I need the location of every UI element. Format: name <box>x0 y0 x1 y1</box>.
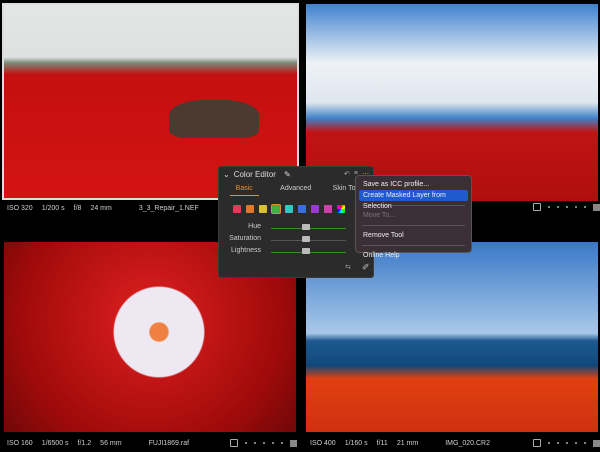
cow-shape <box>169 100 259 138</box>
select-checkbox[interactable] <box>533 203 541 211</box>
select-checkbox[interactable] <box>230 439 238 447</box>
color-editor-panel: ⌄ Color Editor ✎ ↶≡⋯ Basic Advanced Skin… <box>218 166 374 278</box>
saturation-slider[interactable] <box>302 236 310 242</box>
flower-shape <box>104 282 214 382</box>
context-menu: Save as ICC profile... Create Masked Lay… <box>355 175 472 259</box>
menu-item-move-to: Move To... <box>363 212 396 219</box>
menu-item-save-icc[interactable]: Save as ICC profile... <box>359 179 468 190</box>
collapse-chevron-icon[interactable]: ⌄ <box>223 170 230 179</box>
menu-item-remove-tool[interactable]: Remove Tool <box>359 230 468 241</box>
shutter: 1/6500 s <box>41 439 69 447</box>
photo-info-1: ISO 320 1/200 s f/8 24 mm 3_3_Repair_1.NEF <box>7 200 208 216</box>
menu-item-create-masked-layer[interactable]: Create Masked Layer from Selection <box>359 190 468 210</box>
focal-length: 56 mm <box>100 439 122 447</box>
lightness-label: Lightness <box>231 247 261 254</box>
hue-slider[interactable] <box>302 224 310 230</box>
aperture: f/1.2 <box>77 439 92 447</box>
iso: ISO 320 <box>7 204 33 212</box>
rating-4[interactable] <box>533 439 600 447</box>
color-swatch[interactable] <box>271 204 281 214</box>
picker-icon[interactable]: ✎ <box>284 170 291 179</box>
filename: FUJI1869.raf <box>148 439 190 447</box>
color-swatch[interactable] <box>324 205 332 213</box>
color-swatch[interactable] <box>311 205 319 213</box>
aperture: f/11 <box>376 439 388 447</box>
color-label-icon[interactable] <box>290 439 297 447</box>
menu-item-online-help[interactable]: Online Help <box>359 250 468 261</box>
filename: 3_3_Repair_1.NEF <box>138 204 199 212</box>
color-wheel-swatch[interactable] <box>337 205 345 213</box>
hue-label: Hue <box>248 223 261 230</box>
shutter: 1/160 s <box>344 439 368 447</box>
filename: IMG_020.CR2 <box>445 439 490 447</box>
aperture: f/8 <box>73 204 82 212</box>
lightness-slider[interactable] <box>302 248 310 254</box>
photo-info-4: ISO 400 1/160 s f/11 21 mm IMG_020.CR2 <box>310 435 499 451</box>
rating-3[interactable] <box>230 439 297 447</box>
color-swatch[interactable] <box>285 205 293 213</box>
iso: ISO 160 <box>7 439 33 447</box>
color-swatch[interactable] <box>298 205 306 213</box>
focal-length: 24 mm <box>90 204 112 212</box>
swap-icon[interactable]: ⇆ <box>345 263 351 271</box>
select-checkbox[interactable] <box>533 439 541 447</box>
iso: ISO 400 <box>310 439 336 447</box>
color-swatch[interactable] <box>233 205 241 213</box>
saturation-label: Saturation <box>229 235 261 242</box>
tab-advanced[interactable]: Advanced <box>280 185 311 196</box>
lightness-slider-row: Lightness <box>219 247 369 257</box>
panel-title: Color Editor <box>233 170 276 179</box>
hue-slider-row: Hue <box>219 223 369 233</box>
photo-info-3: ISO 160 1/6500 s f/1.2 56 mm FUJI1869.raf <box>7 435 198 451</box>
shutter: 1/200 s <box>41 204 65 212</box>
saturation-slider-row: Saturation <box>219 235 369 245</box>
tab-basic[interactable]: Basic <box>229 185 259 196</box>
color-swatch[interactable] <box>246 205 254 213</box>
eyedropper-icon[interactable]: ✐ <box>362 262 370 273</box>
color-label-icon[interactable] <box>593 203 600 211</box>
focal-length: 21 mm <box>396 439 419 447</box>
color-swatch[interactable] <box>259 205 267 213</box>
rating-2[interactable] <box>533 203 600 211</box>
reset-icon[interactable]: ↶ <box>344 170 350 178</box>
color-label-icon[interactable] <box>593 439 600 447</box>
color-swatches <box>233 204 345 214</box>
